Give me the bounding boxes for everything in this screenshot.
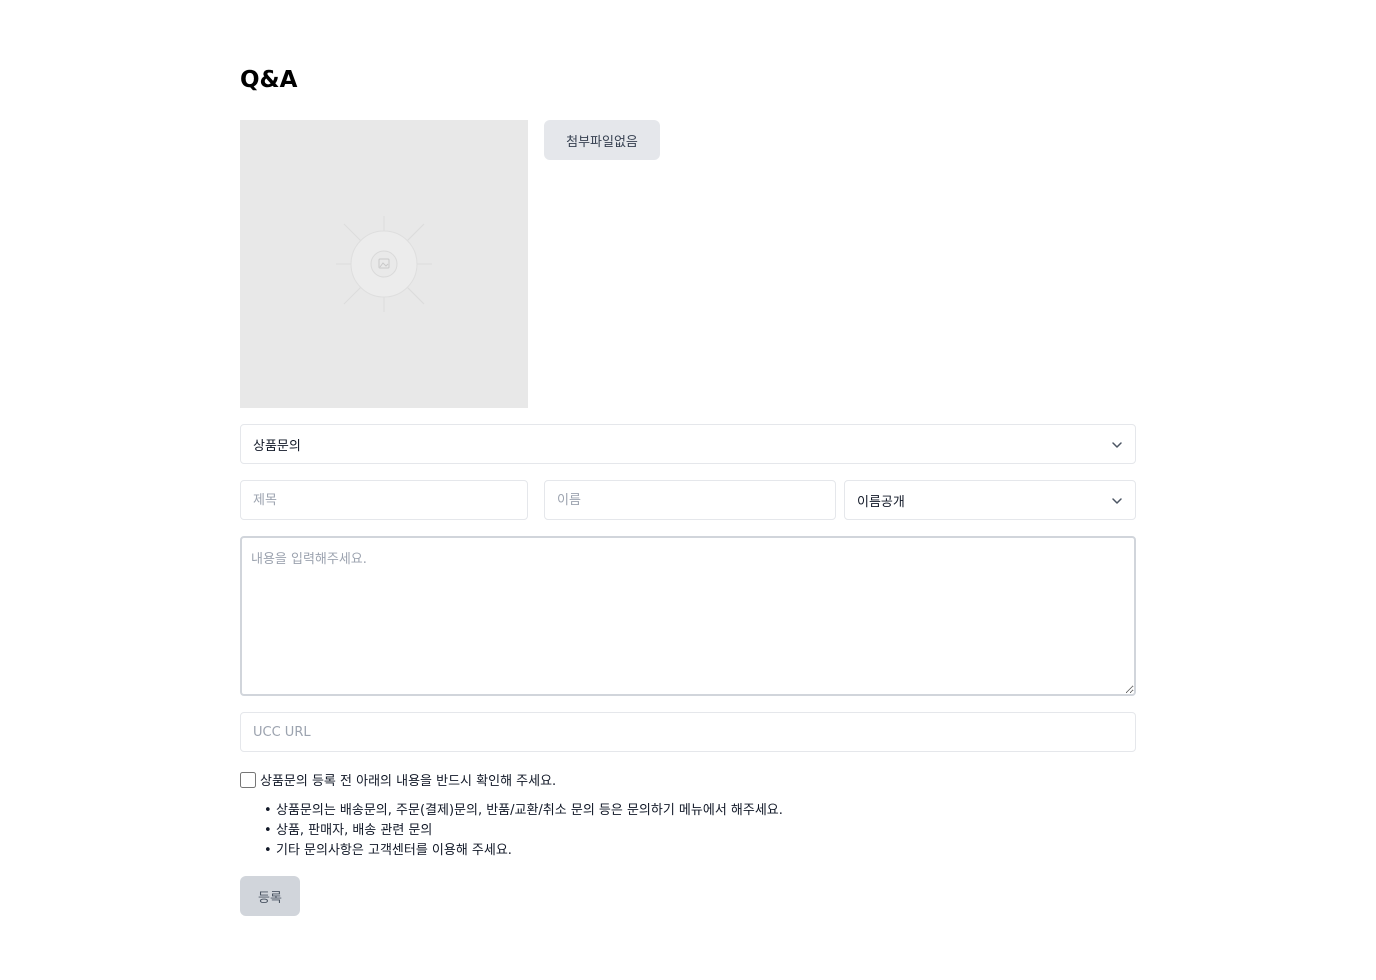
- notice-text: 상품, 판매자, 배송 관련 문의: [276, 823, 433, 838]
- attachment-image-preview: [240, 120, 528, 408]
- bullet: •: [264, 803, 272, 818]
- list-item: • 상품문의는 배송문의, 주문(결제)문의, 반품/교환/취소 문의 등은 문…: [264, 801, 783, 821]
- qna-page: Q&A 첨부파일없음 상품문의 이름공개: [0, 0, 1376, 980]
- agree-row[interactable]: 상품문의 등록 전 아래의 내용을 반드시 확인해 주세요.: [240, 770, 556, 789]
- chevron-down-icon: [1112, 498, 1122, 504]
- category-select-value: 상품문의: [253, 438, 301, 454]
- list-item: • 기타 문의사항은 고객센터를 이용해 주세요.: [264, 841, 783, 861]
- notice-list: • 상품문의는 배송문의, 주문(결제)문의, 반품/교환/취소 문의 등은 문…: [264, 801, 783, 861]
- subject-input[interactable]: [240, 480, 528, 520]
- notice-text: 기타 문의사항은 고객센터를 이용해 주세요.: [276, 843, 512, 858]
- ucc-url-input[interactable]: [240, 712, 1136, 752]
- name-visibility-value: 이름공개: [857, 494, 905, 510]
- bullet: •: [264, 823, 272, 838]
- agree-checkbox[interactable]: [240, 771, 256, 788]
- agree-label: 상품문의 등록 전 아래의 내용을 반드시 확인해 주세요.: [260, 774, 557, 789]
- name-visibility-select[interactable]: 이름공개: [844, 480, 1136, 520]
- notice-text: 상품문의는 배송문의, 주문(결제)문의, 반품/교환/취소 문의 등은 문의하…: [276, 803, 783, 818]
- category-select[interactable]: 상품문의: [240, 424, 1136, 464]
- chevron-down-icon: [1112, 442, 1122, 448]
- list-item: • 상품, 판매자, 배송 관련 문의: [264, 821, 783, 841]
- bullet: •: [264, 843, 272, 858]
- image-placeholder-icon: [336, 216, 432, 312]
- submit-button[interactable]: 등록: [240, 876, 300, 916]
- attachment-button[interactable]: 첨부파일없음: [544, 120, 660, 160]
- content-textarea[interactable]: [240, 536, 1136, 696]
- name-input[interactable]: [544, 480, 836, 520]
- page-title: Q&A: [240, 67, 298, 93]
